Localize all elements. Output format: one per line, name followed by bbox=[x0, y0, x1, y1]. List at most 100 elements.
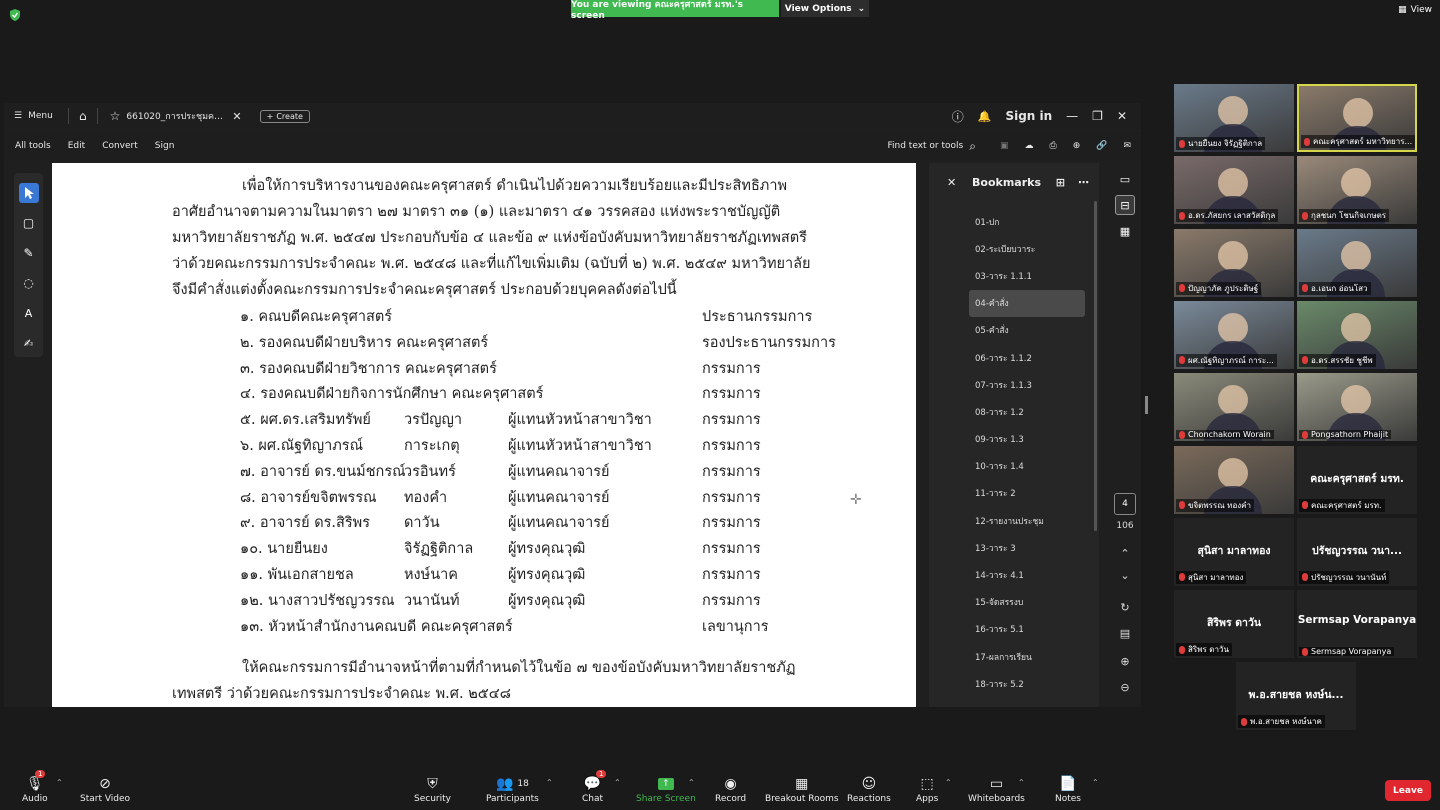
zoom-out-icon[interactable]: ⊖ bbox=[1115, 681, 1135, 694]
participant-tile[interactable]: อ.ดร.สรรชัย ชูชีพ bbox=[1297, 300, 1417, 369]
whiteboards-button[interactable]: ▭ Whiteboards bbox=[968, 774, 1025, 804]
mail-icon[interactable]: ✉ bbox=[1123, 141, 1131, 151]
text-select-tool-icon[interactable]: A bbox=[19, 303, 39, 323]
add-bookmark-icon[interactable]: ⊞ bbox=[1056, 176, 1065, 189]
bookmark-item[interactable]: 02-ระเบียบวาระ bbox=[969, 235, 1085, 262]
bookmark-item[interactable]: 14-วาระ 4.1 bbox=[969, 561, 1085, 588]
participant-tile[interactable]: นายยืนยง จิรัฏฐิติกาล bbox=[1174, 84, 1294, 152]
minimize-icon[interactable]: — bbox=[1066, 109, 1078, 123]
audio-button[interactable]: 🎙 Audio bbox=[22, 774, 48, 804]
share-caret-icon[interactable]: ⌃ bbox=[688, 778, 695, 787]
edit-button[interactable]: Edit bbox=[68, 141, 85, 151]
bookmark-item[interactable]: 06-วาระ 1.1.2 bbox=[969, 344, 1085, 371]
close-panel-icon[interactable]: ✕ bbox=[947, 176, 956, 189]
home-icon[interactable]: ⌂ bbox=[79, 109, 87, 123]
share-icon[interactable]: ⊕ bbox=[1073, 141, 1081, 151]
apps-button[interactable]: ⬚ Apps bbox=[916, 774, 938, 804]
page-number-input[interactable]: 4 bbox=[1114, 493, 1136, 515]
lasso-tool-icon[interactable]: ◌ bbox=[19, 273, 39, 293]
page-down-icon[interactable]: ⌄ bbox=[1115, 569, 1135, 582]
find-tools-button[interactable]: Find text or tools ⌕ bbox=[888, 139, 976, 154]
panel-resize-handle[interactable] bbox=[1145, 396, 1148, 414]
sign-button[interactable]: Sign bbox=[155, 141, 175, 151]
restore-icon[interactable]: ❐ bbox=[1092, 109, 1103, 123]
whiteboards-caret-icon[interactable]: ⌃ bbox=[1018, 778, 1025, 787]
bookmark-item[interactable]: 17-ผลการเรียน bbox=[969, 643, 1085, 670]
participant-tile[interactable]: Chonchakorn Worain bbox=[1174, 373, 1294, 442]
bookmark-item[interactable]: 08-วาระ 1.2 bbox=[969, 398, 1085, 425]
convert-button[interactable]: Convert bbox=[102, 141, 138, 151]
bookmark-item[interactable]: 10-วาระ 1.4 bbox=[969, 453, 1085, 480]
shield-icon[interactable] bbox=[8, 8, 22, 22]
bookmark-item[interactable]: 12-รายงานประชุม bbox=[969, 507, 1085, 534]
participant-tile[interactable]: สุนิสา มาลาทอง สุนิสา มาลาทอง bbox=[1174, 517, 1294, 586]
participant-tile[interactable]: กุลชนก โชนกิจเกษตร bbox=[1297, 156, 1417, 225]
notes-button[interactable]: 📄 Notes bbox=[1055, 774, 1081, 804]
thumbnails-icon[interactable]: ▦ bbox=[1115, 221, 1135, 241]
rotate-icon[interactable]: ↻ bbox=[1115, 601, 1135, 614]
bookmark-item[interactable]: 15-จัดสรรงบ bbox=[969, 589, 1085, 616]
participant-tile[interactable]: คณะครุศาสตร์ มรท. คณะครุศาสตร์ มรท. bbox=[1297, 445, 1417, 514]
participant-tile[interactable]: อ.ดร.ภัสยกร เลาสวัสดิกุล bbox=[1174, 156, 1294, 225]
page-up-icon[interactable]: ⌃ bbox=[1115, 547, 1135, 560]
bookmark-item[interactable]: 09-วาระ 1.3 bbox=[969, 426, 1085, 453]
view-options-button[interactable]: View Options ⌄ bbox=[781, 0, 869, 17]
share-screen-button[interactable]: ↑ Share Screen bbox=[636, 774, 696, 804]
more-options-icon[interactable]: ⋯ bbox=[1078, 176, 1089, 189]
participant-tile[interactable]: ปัญญาภัค ภูประดิษฐ์ bbox=[1174, 228, 1294, 297]
bookmark-item[interactable]: 01-ปก bbox=[969, 208, 1085, 235]
comment-tool-icon[interactable]: ▢ bbox=[19, 213, 39, 233]
star-icon[interactable]: ☆ bbox=[110, 109, 121, 123]
apps-caret-icon[interactable]: ⌃ bbox=[945, 778, 952, 787]
page-fit-icon[interactable]: ▤ bbox=[1115, 627, 1135, 640]
participant-tile[interactable]: Pongsathorn Phaijit bbox=[1297, 373, 1417, 442]
bookmark-item[interactable]: 18-วาระ 5.2 bbox=[969, 670, 1085, 697]
link-icon[interactable]: 🔗 bbox=[1096, 141, 1107, 151]
bookmark-item[interactable]: 16-วาระ 5.1 bbox=[969, 616, 1085, 643]
bookmarks-panel-icon[interactable]: ⊟ bbox=[1115, 195, 1135, 215]
document-tab[interactable]: ☆ 661020_การประชุมคณะกรร... ✕ bbox=[110, 109, 256, 123]
bell-icon[interactable]: 🔔 bbox=[978, 110, 992, 123]
zoom-in-icon[interactable]: ⊕ bbox=[1115, 655, 1135, 668]
print-icon[interactable]: ⎙ bbox=[1049, 141, 1056, 151]
reactions-button[interactable]: ☺ Reactions bbox=[847, 774, 891, 804]
sign-in-button[interactable]: Sign in bbox=[1005, 109, 1052, 123]
breakout-rooms-button[interactable]: ▦ Breakout Rooms bbox=[765, 774, 839, 804]
participant-tile[interactable]: สิริพร ดาวัน สิริพร ดาวัน bbox=[1174, 590, 1294, 659]
participant-tile[interactable]: ขจิตพรรณ ทองคำ bbox=[1174, 445, 1294, 514]
participant-tile[interactable]: คณะครุศาสตร์ มหาวิทยาร... bbox=[1297, 84, 1417, 152]
participant-tile[interactable]: ผศ.ณัฐทิญาภรณ์ การะ... bbox=[1174, 300, 1294, 369]
chat-caret-icon[interactable]: ⌃ bbox=[614, 778, 621, 787]
participant-tile[interactable]: พ.อ.สายชล หงษ์น... พ.อ.สายชล หงษ์นาค bbox=[1236, 662, 1356, 730]
bookmark-item[interactable]: 13-วาระ 3 bbox=[969, 534, 1085, 561]
audio-caret-icon[interactable]: ⌃ bbox=[56, 778, 63, 787]
menu-button[interactable]: ☰ Menu bbox=[4, 111, 64, 121]
participant-tile[interactable]: ปรัชญวรรณ วนา... ปรัชญวรรณ วนานันท์ bbox=[1297, 517, 1417, 586]
security-button[interactable]: ⛨ Security bbox=[414, 774, 451, 804]
all-tools-button[interactable]: All tools bbox=[15, 141, 51, 151]
sign-tool-icon[interactable]: ✍ bbox=[19, 333, 39, 353]
view-button[interactable]: ▦ View bbox=[1398, 5, 1432, 15]
bookmark-item[interactable]: 04-คำสั่ง bbox=[969, 289, 1085, 317]
bookmark-item[interactable]: 05-คำสั่ง bbox=[969, 317, 1085, 344]
help-icon[interactable]: ⓘ bbox=[952, 108, 964, 125]
pen-tool-icon[interactable]: ✎ bbox=[19, 243, 39, 263]
bookmark-item[interactable]: 11-วาระ 2 bbox=[969, 480, 1085, 507]
notes-caret-icon[interactable]: ⌃ bbox=[1092, 778, 1099, 787]
create-button[interactable]: + Create bbox=[259, 109, 310, 123]
leave-button[interactable]: Leave bbox=[1385, 780, 1431, 801]
bookmark-item[interactable]: 03-วาระ 1.1.1 bbox=[969, 262, 1085, 289]
record-button[interactable]: ◉ Record bbox=[715, 774, 746, 804]
participant-tile[interactable]: Sermsap Vorapanya Sermsap Vorapanya bbox=[1297, 590, 1417, 659]
bookmark-item[interactable]: 07-วาระ 1.1.3 bbox=[969, 371, 1085, 398]
bookmarks-scrollbar[interactable] bbox=[1094, 201, 1097, 531]
upload-icon[interactable]: ☁ bbox=[1024, 141, 1033, 151]
close-tab-icon[interactable]: ✕ bbox=[232, 110, 241, 123]
start-video-button[interactable]: ⊘ Start Video bbox=[80, 774, 130, 804]
comments-panel-icon[interactable]: ▭ bbox=[1115, 169, 1135, 189]
participants-caret-icon[interactable]: ⌃ bbox=[546, 778, 553, 787]
close-window-icon[interactable]: ✕ bbox=[1117, 109, 1127, 123]
participants-button[interactable]: 👥 18 Participants bbox=[486, 774, 539, 804]
participant-tile[interactable]: อ.เอนก อ่อนโสว bbox=[1297, 228, 1417, 297]
select-tool-icon[interactable] bbox=[18, 183, 39, 203]
